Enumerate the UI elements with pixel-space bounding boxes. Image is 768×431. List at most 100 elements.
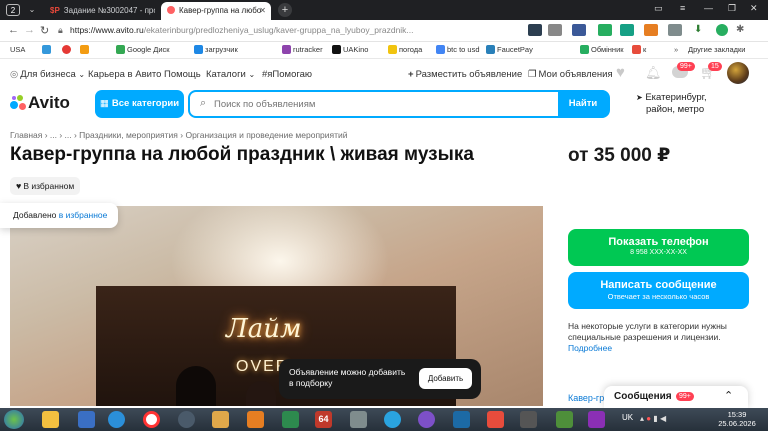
media-player-icon[interactable]: [247, 411, 264, 428]
nav-tag[interactable]: #яПомогаю: [262, 69, 312, 80]
post-ad-link[interactable]: + Разместить объявление: [408, 69, 522, 80]
close-tab-icon[interactable]: ✕: [259, 2, 266, 20]
app-icon[interactable]: [487, 411, 504, 428]
bookmarks-overflow-icon[interactable]: »: [674, 45, 678, 54]
telegram-icon[interactable]: [384, 411, 401, 428]
bookmark-usa[interactable]: USA: [10, 45, 25, 54]
neon-sign: Лайм: [226, 314, 302, 344]
url-field[interactable]: https://www.avito.ru/ekaterinburg/predlo…: [70, 25, 450, 35]
grid-icon: ▦: [99, 98, 109, 109]
aida64-icon[interactable]: 64: [315, 411, 332, 428]
close-window-icon[interactable]: ✕: [750, 3, 758, 14]
bell-icon[interactable]: 🔔︎: [645, 65, 662, 81]
bookmark-google-drive[interactable]: Google Диск: [116, 45, 170, 54]
bookmark-uakino[interactable]: UAKino: [332, 45, 368, 54]
bookmark-rutracker[interactable]: rutracker: [282, 45, 323, 54]
bookmark-icon[interactable]: ▭: [654, 3, 663, 14]
location-selector[interactable]: ➤ Екатеринбург, район, метро: [636, 92, 707, 116]
avito-logo[interactable]: Avito: [10, 93, 70, 113]
file-explorer-icon[interactable]: [42, 411, 59, 428]
viber-icon[interactable]: [418, 411, 435, 428]
tab-counter[interactable]: 2: [6, 4, 20, 16]
bookmark-exchanger[interactable]: Обмінник: [580, 45, 624, 54]
app-icon[interactable]: [453, 411, 470, 428]
chevron-down-icon[interactable]: ⌄: [25, 4, 39, 16]
app-icon[interactable]: [556, 411, 573, 428]
search-input[interactable]: [214, 95, 544, 113]
extension-icon[interactable]: [598, 24, 612, 36]
yandex-tray-icon[interactable]: ●: [646, 414, 651, 423]
back-icon[interactable]: ←: [8, 24, 19, 36]
chevron-down-icon: ⌄: [248, 70, 256, 79]
bookmark-icon-only[interactable]: [42, 45, 53, 54]
restore-icon[interactable]: ❐: [728, 3, 736, 14]
extension-icon[interactable]: [548, 24, 562, 36]
extension-icon[interactable]: [668, 24, 682, 36]
extensions-puzzle-icon[interactable]: ✱: [736, 24, 744, 35]
menu-icon[interactable]: ≡: [680, 3, 685, 13]
find-button[interactable]: Найти: [558, 90, 608, 118]
internet-explorer-icon[interactable]: [108, 411, 125, 428]
forward-icon[interactable]: →: [24, 24, 35, 36]
location-arrow-icon: ➤: [636, 93, 643, 102]
page-title: Кавер-группа на любой праздник \ живая м…: [10, 144, 474, 165]
breadcrumb[interactable]: Главная › ... › ... › Праздники, меропри…: [10, 130, 348, 140]
avatar[interactable]: [727, 62, 749, 84]
chevron-up-icon[interactable]: ▴: [640, 414, 644, 423]
lock-icon[interactable]: 🔒︎: [58, 25, 63, 36]
start-button-icon[interactable]: [4, 410, 24, 429]
all-categories-button[interactable]: ▦ Все категории: [95, 90, 184, 118]
app-icon[interactable]: [520, 411, 537, 428]
bookmark-icon-only[interactable]: [80, 45, 91, 54]
extension-icon[interactable]: [620, 24, 634, 36]
performer-silhouette: [176, 366, 216, 406]
yandex-browser-icon[interactable]: [143, 411, 160, 428]
minimize-icon[interactable]: —: [704, 3, 713, 13]
app-icon[interactable]: [282, 411, 299, 428]
bookmark-btc[interactable]: btc to usd: [436, 45, 480, 54]
extension-icon[interactable]: [528, 24, 542, 36]
nav-catalogs[interactable]: Каталоги ⌄: [206, 69, 255, 80]
extension-icon[interactable]: [572, 24, 586, 36]
clock[interactable]: 15:39 25.06.2026: [712, 410, 762, 428]
chevron-up-icon[interactable]: ⌃: [724, 389, 733, 402]
bookmark-downloader[interactable]: загрузчик: [194, 45, 238, 54]
nav-career[interactable]: Карьера в Авито: [88, 69, 161, 80]
bookmark-other[interactable]: Другие закладки: [688, 45, 745, 54]
favorite-button[interactable]: ♥ В избранном: [10, 177, 81, 195]
network-icon[interactable]: ▮: [653, 414, 657, 423]
extension-icon[interactable]: [716, 24, 728, 36]
security-shield-icon[interactable]: [78, 411, 95, 428]
chevron-down-icon: ⌄: [78, 70, 86, 79]
messages-panel[interactable]: Сообщения 99+ ⌃: [604, 386, 748, 408]
nav-for-business[interactable]: ◎ Для бизнеса ⌄: [10, 69, 85, 80]
bookmark-faucetpay[interactable]: FaucetPay: [486, 45, 533, 54]
reload-icon[interactable]: ↻: [40, 24, 49, 37]
bookmark-k[interactable]: к: [632, 45, 646, 54]
my-ads-link[interactable]: ❐ Мои объявления: [528, 69, 613, 80]
steam-icon[interactable]: [178, 411, 195, 428]
bookmark-icon-only[interactable]: [62, 45, 73, 54]
new-tab-button[interactable]: +: [278, 3, 292, 17]
tab-avito[interactable]: Кавер-группа на любо ✕: [161, 2, 271, 20]
show-phone-button[interactable]: Показать телефон 8 958 XXX-XX-XX: [568, 229, 749, 266]
tab-task[interactable]: $P Задание №3002047 - про: [50, 2, 155, 20]
write-message-button[interactable]: Написать сообщение Отвечает за несколько…: [568, 272, 749, 309]
volume-icon[interactable]: ◀: [660, 414, 666, 423]
heart-icon[interactable]: ♥: [616, 64, 625, 81]
app-icon[interactable]: [350, 411, 367, 428]
tray-icons: ▴ ● ▮ ◀: [640, 414, 666, 423]
download-icon[interactable]: ⬇: [694, 24, 702, 35]
folder-icon[interactable]: [212, 411, 229, 428]
app-icon[interactable]: [588, 411, 605, 428]
document-icon: ❐: [528, 69, 537, 80]
nav-help[interactable]: Помощь: [164, 69, 201, 80]
favorites-link[interactable]: в избранное: [59, 210, 108, 220]
more-link[interactable]: Подробнее: [568, 343, 612, 353]
bookmark-weather[interactable]: погода: [388, 45, 422, 54]
language-indicator[interactable]: UK: [622, 413, 633, 422]
add-to-collection-button[interactable]: Добавить: [419, 368, 472, 389]
performer-silhouette: [246, 381, 276, 406]
extension-icon[interactable]: [644, 24, 658, 36]
plus-icon: +: [408, 69, 414, 80]
